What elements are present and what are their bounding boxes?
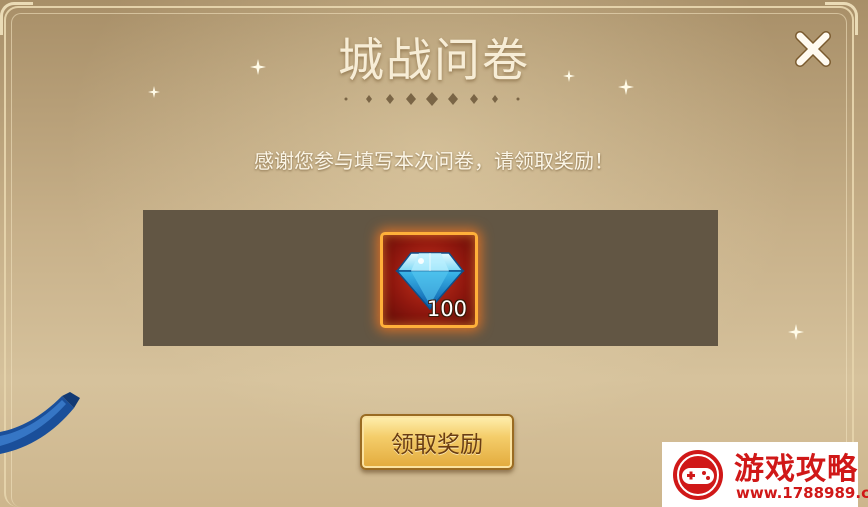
watermark-url: www.1788989.com	[736, 484, 868, 502]
reward-count: 100	[426, 297, 467, 321]
sparkle-icon	[563, 70, 575, 82]
title-divider	[344, 92, 520, 106]
close-button[interactable]	[790, 26, 836, 72]
reward-item-diamond[interactable]: 100	[380, 232, 478, 328]
sparkle-icon	[618, 79, 634, 95]
thank-you-message: 感谢您参与填写本次问卷，请领取奖励！	[254, 149, 614, 173]
claim-reward-button[interactable]: 领取奖励	[360, 414, 514, 470]
gamepad-logo-icon	[673, 450, 723, 500]
site-watermark: 游戏攻略 www.1788989.com	[662, 442, 868, 507]
dialog-title: 城战问卷	[338, 33, 530, 87]
sparkle-icon	[148, 86, 160, 98]
ribbon-decoration	[0, 392, 80, 454]
close-icon	[795, 31, 831, 67]
watermark-title: 游戏攻略	[734, 452, 858, 487]
survey-dialog: 城战问卷 感谢您参与填写本次问卷，请领取奖励！ 100 领取奖励 游戏攻略 ww…	[0, 0, 868, 507]
sparkle-icon	[250, 59, 266, 75]
sparkle-icon	[788, 324, 804, 340]
